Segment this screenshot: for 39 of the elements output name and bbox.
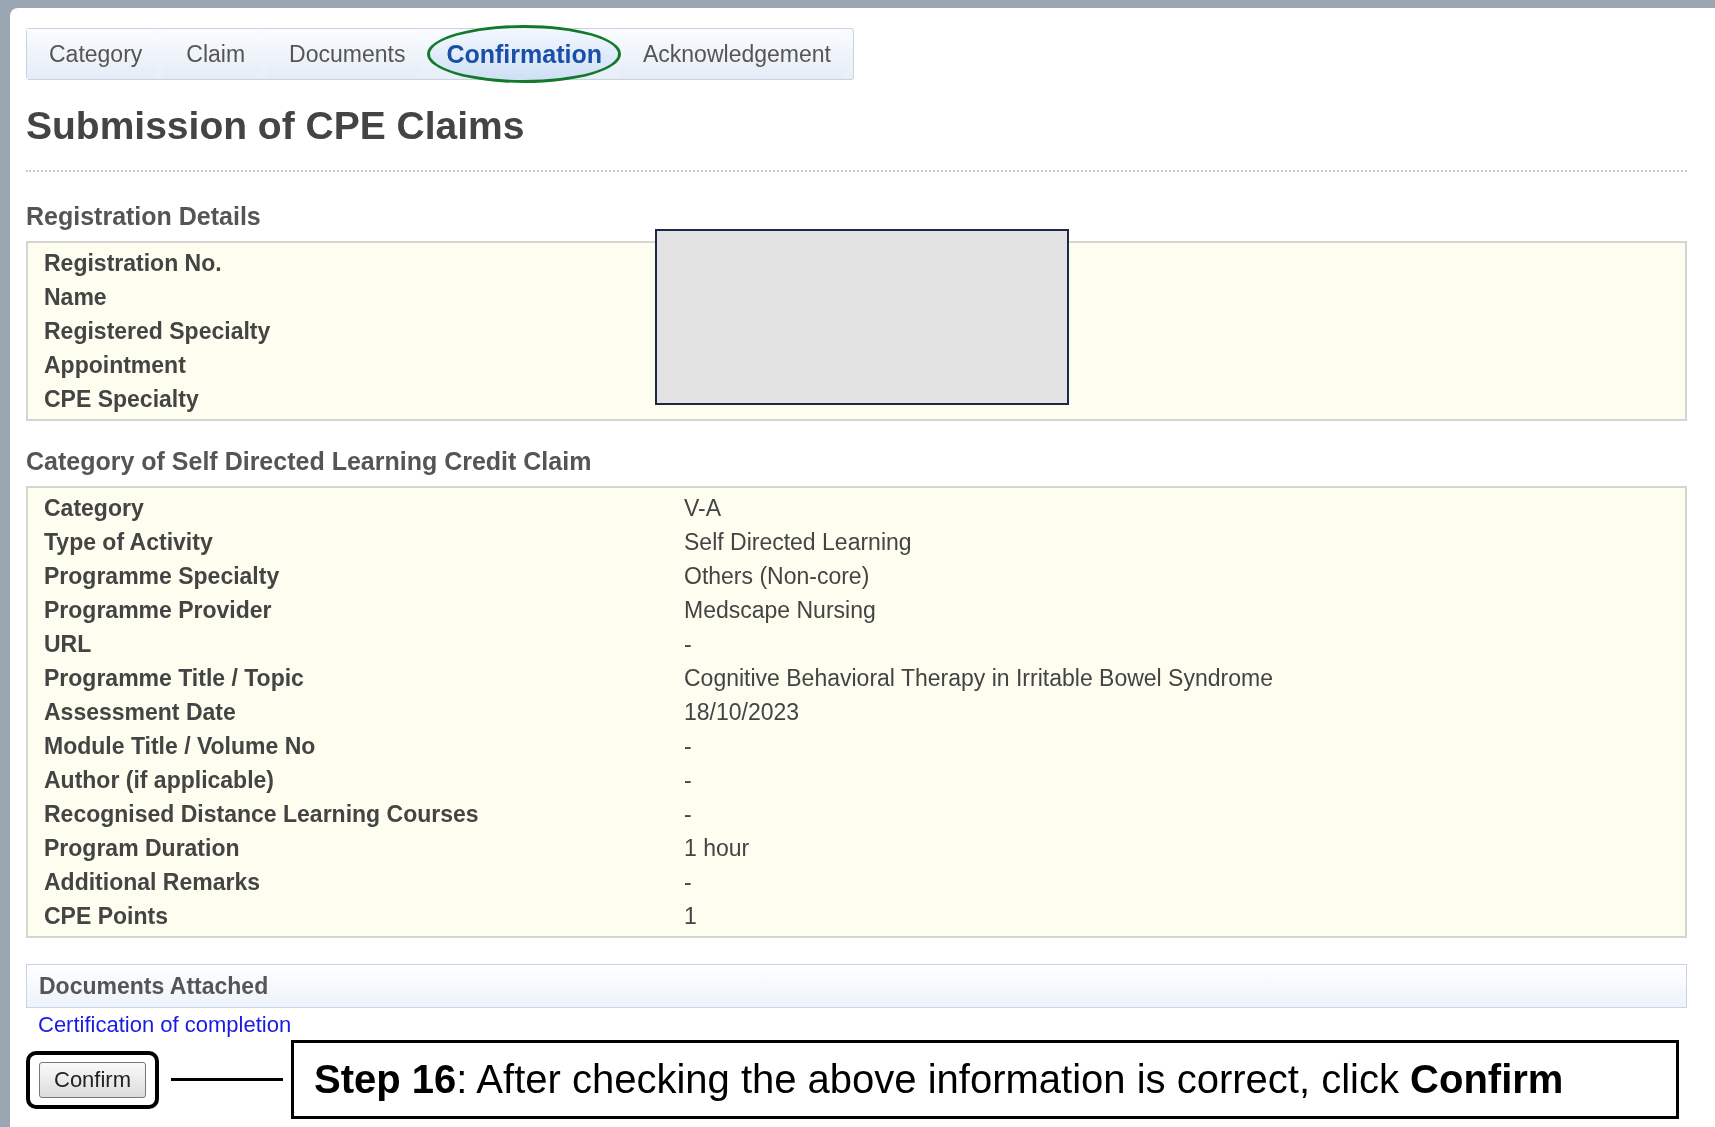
field-label: Programme Provider (44, 596, 273, 624)
field-label: Module Title / Volume No (44, 732, 317, 760)
field-label: Category (44, 494, 145, 522)
field-value: 1 (684, 902, 698, 930)
field-value: Others (Non-core) (684, 562, 871, 590)
field-label: Type of Activity (44, 528, 214, 556)
field-label: CPE Specialty (44, 385, 200, 413)
field-label: Registered Specialty (44, 317, 272, 345)
field-value: - (684, 766, 693, 794)
field-value: - (684, 630, 693, 658)
field-label: Assessment Date (44, 698, 237, 726)
page-title: Submission of CPE Claims (26, 104, 1687, 172)
instruction-callout: Step 16: After checking the above information is correct, click Confirm (291, 1040, 1679, 1119)
field-value: - (684, 868, 693, 896)
field-label: Additional Remarks (44, 868, 261, 896)
field-label: CPE Points (44, 902, 169, 930)
field-value: - (684, 800, 693, 828)
field-value: 1 hour (684, 834, 751, 862)
field-label: Programme Title / Topic (44, 664, 305, 692)
field-value: Cognitive Behavioral Therapy in Irritable Bowel Syndrome (684, 664, 1274, 692)
document-link[interactable]: Certification of completion (38, 1012, 292, 1038)
field-value: Medscape Nursing (684, 596, 877, 624)
field-label: Registration No. (44, 249, 223, 277)
field-label: Author (if applicable) (44, 766, 275, 794)
confirm-button[interactable]: Confirm (39, 1061, 146, 1098)
field-value: - (684, 732, 693, 760)
field-label: Name (44, 283, 108, 311)
field-label: Programme Specialty (44, 562, 281, 590)
field-label: Appointment (44, 351, 187, 379)
section-heading: Category of Self Directed Learning Credit Claim (26, 447, 593, 476)
field-value: 18/10/2023 (684, 698, 801, 726)
breadcrumb-step[interactable]: Confirmation (427, 25, 621, 83)
field-label: Program Duration (44, 834, 241, 862)
field-value: V-A (684, 494, 723, 522)
section-heading: Registration Details (26, 202, 262, 231)
field-label: URL (44, 630, 93, 658)
field-value: Self Directed Learning (684, 528, 913, 556)
field-label: Recognised Distance Learning Courses (44, 800, 480, 828)
section-heading: Documents Attached (39, 972, 269, 1000)
